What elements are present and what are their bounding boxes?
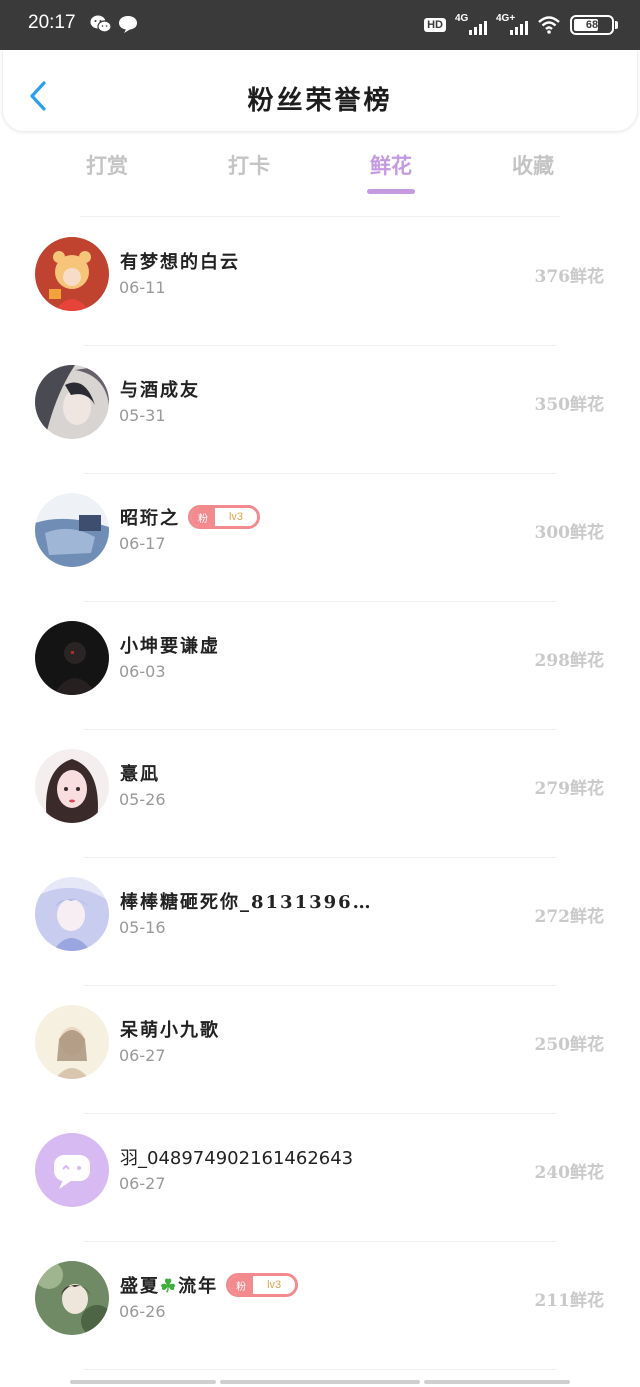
fan-name: 昭珩之 xyxy=(120,508,180,529)
flower-count: 300鲜花 xyxy=(534,523,605,543)
wifi-icon xyxy=(538,16,560,34)
flower-count: 298鲜花 xyxy=(534,651,605,671)
flower-count: 250鲜花 xyxy=(534,1035,605,1055)
fan-date: 06-26 xyxy=(119,1302,166,1321)
fan-name: 小坤要谦虚 xyxy=(120,636,220,657)
fan-date: 06-11 xyxy=(119,278,166,297)
tabs-divider xyxy=(80,216,560,217)
fan-date: 05-16 xyxy=(119,918,166,937)
tab-favorites[interactable]: 收藏 xyxy=(488,150,578,180)
message-icon xyxy=(119,16,137,33)
avatar[interactable] xyxy=(35,237,109,311)
list-item[interactable]: 盛夏☘流年 粉 lv3 06-26 211鲜花 xyxy=(0,1242,640,1370)
status-time: 20:17 xyxy=(28,12,76,33)
fan-date: 05-31 xyxy=(119,406,166,425)
fan-name: 呆萌小九歌 xyxy=(120,1020,220,1041)
fan-level-badge: 粉 lv3 xyxy=(188,505,260,529)
list-item[interactable]: 有梦想的白云 06-11 376鲜花 xyxy=(0,218,640,346)
flower-count: 240鲜花 xyxy=(534,1163,605,1183)
flower-count: 279鲜花 xyxy=(534,779,605,799)
page-title: 粉丝荣誉榜 xyxy=(247,86,393,116)
fan-name: 羽_048974902161462643 xyxy=(120,1148,354,1169)
avatar[interactable] xyxy=(35,1261,109,1335)
clover-icon: ☘ xyxy=(160,1276,179,1297)
fan-name: 有梦想的白云 xyxy=(120,252,240,273)
fan-name: 憙凪 xyxy=(120,764,160,785)
tab-active-indicator xyxy=(367,189,415,194)
list-item[interactable]: 棒棒糖砸死你_8131396… 05-16 272鲜花 xyxy=(0,858,640,986)
status-bar: 20:17 HD 4G 4G+ 68 xyxy=(0,0,640,50)
flower-count: 211鲜花 xyxy=(534,1291,605,1311)
fan-rank-list: 有梦想的白云 06-11 376鲜花 与酒成友 05-31 350鲜花 昭珩之 xyxy=(0,218,640,1370)
fan-date: 06-27 xyxy=(119,1174,166,1193)
avatar[interactable] xyxy=(35,493,109,567)
signal-4g-plus-icon: 4G+ xyxy=(496,13,528,37)
flower-count: 272鲜花 xyxy=(534,907,605,927)
flower-count: 350鲜花 xyxy=(534,395,605,415)
fan-date: 06-03 xyxy=(119,662,166,681)
tab-flowers[interactable]: 鲜花 xyxy=(346,150,436,180)
battery-icon: 68 xyxy=(570,15,618,35)
wechat-icon xyxy=(90,15,112,33)
fan-level-badge: 粉 lv3 xyxy=(226,1273,299,1297)
signal-4g-icon: 4G xyxy=(455,13,487,37)
fan-date: 06-17 xyxy=(119,534,166,553)
avatar[interactable] xyxy=(35,877,109,951)
fan-name: 棒棒糖砸死你_8131396… xyxy=(120,892,373,913)
list-item[interactable]: 小坤要谦虚 06-03 298鲜花 xyxy=(0,602,640,730)
tab-reward[interactable]: 打赏 xyxy=(62,150,152,180)
tab-bar: 打赏 打卡 鲜花 收藏 xyxy=(0,132,640,202)
avatar[interactable] xyxy=(35,1005,109,1079)
header: 粉丝荣誉榜 xyxy=(2,50,638,132)
avatar[interactable] xyxy=(35,365,109,439)
fan-date: 05-26 xyxy=(119,790,166,809)
list-item[interactable]: 憙凪 05-26 279鲜花 xyxy=(0,730,640,858)
avatar[interactable] xyxy=(35,621,109,695)
status-indicators: HD 4G 4G+ 68 xyxy=(424,12,618,38)
hd-voice-icon: HD xyxy=(424,18,446,32)
scroll-indicator xyxy=(0,1380,640,1387)
avatar[interactable] xyxy=(35,749,109,823)
list-item[interactable]: 昭珩之 粉 lv3 06-17 300鲜花 xyxy=(0,474,640,602)
flower-count: 376鲜花 xyxy=(534,267,605,287)
fan-name: 与酒成友 xyxy=(120,380,200,401)
list-item[interactable]: 与酒成友 05-31 350鲜花 xyxy=(0,346,640,474)
avatar[interactable] xyxy=(35,1133,109,1207)
tab-checkin[interactable]: 打卡 xyxy=(204,150,294,180)
row-divider xyxy=(84,1369,556,1370)
fan-name: 盛夏☘流年 xyxy=(120,1276,219,1297)
fan-date: 06-27 xyxy=(119,1046,166,1065)
list-item[interactable]: 呆萌小九歌 06-27 250鲜花 xyxy=(0,986,640,1114)
list-item[interactable]: 羽_048974902161462643 06-27 240鲜花 xyxy=(0,1114,640,1242)
